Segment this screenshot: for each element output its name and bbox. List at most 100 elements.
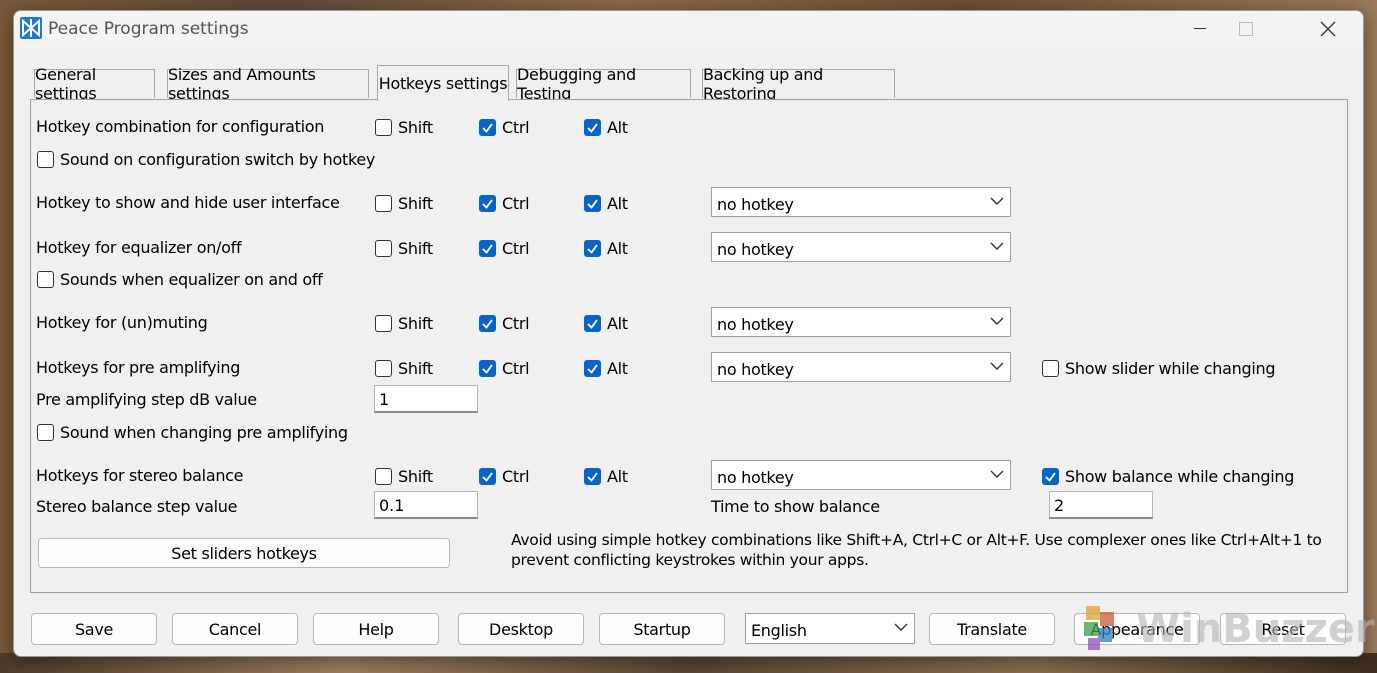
pre-amp-hotkey-dropdown[interactable]: no hotkey [711,352,1011,382]
equalizer-sound-label: Sounds when equalizer on and off [60,270,323,289]
checkmark-icon [587,123,598,133]
balance-step-input[interactable]: 0.1 [374,491,478,519]
tab-sizes-and-amounts[interactable]: Sizes and Amounts settings [167,65,369,103]
tab-label: General settings [35,65,97,103]
pre-amp-hotkey-label: Hotkeys for pre amplifying [36,358,241,377]
alt-label: Alt [607,359,628,378]
ctrl-label: Ctrl [502,467,530,486]
checkmark-icon [482,199,493,209]
pre-amp-step-label: Pre amplifying step dB value [36,390,257,409]
alt-label: Alt [607,118,628,137]
show-slider-checkbox[interactable] [1042,360,1059,377]
pre-amp-ctrl-checkbox[interactable] [479,360,496,377]
show-balance-checkbox[interactable] [1042,468,1059,485]
checkmark-icon [1045,472,1056,482]
shift-label: Shift [398,467,433,486]
app-logo-icon [20,17,42,39]
mute-hotkey-dropdown[interactable]: no hotkey [711,307,1011,337]
tab-backing-up-and-restoring[interactable]: Backing up and Restoring [702,65,895,103]
ctrl-label: Ctrl [502,118,530,137]
show-hide-alt-checkbox[interactable] [584,195,601,212]
config-hotkey-label: Hotkey combination for configuration [36,117,325,136]
save-button[interactable]: Save [31,613,157,645]
tab-label: Backing up and Restoring [703,65,823,103]
show-balance-label: Show balance while changing [1065,467,1295,486]
checkmark-icon [482,472,493,482]
time-to-show-balance-label: Time to show balance [711,497,880,516]
equalizer-shift-checkbox[interactable] [375,240,392,257]
mute-alt-checkbox[interactable] [584,315,601,332]
maximize-button[interactable] [1223,11,1269,47]
balance-hotkey-dropdown[interactable]: no hotkey [711,460,1011,490]
tab-debugging-and-testing[interactable]: Debugging and Testing [516,65,691,103]
show-hide-hotkey-dropdown[interactable]: no hotkey [711,187,1011,217]
mute-ctrl-checkbox[interactable] [479,315,496,332]
tab-label: Debugging and Testing [517,65,636,103]
checkmark-icon [587,199,598,209]
desktop-button[interactable]: Desktop [458,613,584,645]
shift-label: Shift [398,314,433,333]
checkmark-icon [482,244,493,254]
config-alt-checkbox[interactable] [584,119,601,136]
config-shift-checkbox[interactable] [375,119,392,136]
time-to-show-balance-input[interactable]: 2 [1049,491,1153,519]
minimize-button[interactable] [1177,11,1223,47]
pre-amp-sound-label: Sound when changing pre amplifying [60,423,348,442]
dropdown-value: no hotkey [717,360,794,379]
ctrl-label: Ctrl [502,194,530,213]
dropdown-value: no hotkey [717,468,794,487]
ctrl-label: Ctrl [502,314,530,333]
equalizer-sound-checkbox[interactable] [37,271,54,288]
balance-alt-checkbox[interactable] [584,468,601,485]
pre-amp-alt-checkbox[interactable] [584,360,601,377]
alt-label: Alt [607,194,628,213]
shift-label: Shift [398,239,433,258]
tab-label: Hotkeys settings [378,74,508,93]
chevron-down-icon [990,317,1004,325]
equalizer-hotkey-dropdown[interactable]: no hotkey [711,232,1011,262]
watermark-text: WinBuzzer [1136,606,1375,652]
shift-label: Shift [398,359,433,378]
config-ctrl-checkbox[interactable] [479,119,496,136]
tab-label: Sizes and Amounts settings [168,65,316,103]
equalizer-ctrl-checkbox[interactable] [479,240,496,257]
equalizer-alt-checkbox[interactable] [584,240,601,257]
info-text: Avoid using simple hotkey combinations l… [511,531,1322,569]
ctrl-label: Ctrl [502,239,530,258]
balance-ctrl-checkbox[interactable] [479,468,496,485]
show-hide-shift-checkbox[interactable] [375,195,392,212]
cancel-button[interactable]: Cancel [172,613,298,645]
mute-hotkey-label: Hotkey for (un)muting [36,313,208,332]
set-sliders-hotkeys-button[interactable]: Set sliders hotkeys [38,538,450,568]
show-hide-ctrl-checkbox[interactable] [479,195,496,212]
mute-shift-checkbox[interactable] [375,315,392,332]
shift-label: Shift [398,194,433,213]
close-icon [1320,21,1336,37]
pre-amp-shift-checkbox[interactable] [375,360,392,377]
alt-label: Alt [607,467,628,486]
checkmark-icon [482,123,493,133]
close-button[interactable] [1305,11,1351,47]
translate-button[interactable]: Translate [929,613,1055,645]
settings-window: Peace Program settings General settings … [13,10,1364,657]
pre-amp-step-input[interactable]: 1 [374,385,478,413]
help-button[interactable]: Help [313,613,439,645]
startup-button[interactable]: Startup [599,613,725,645]
show-slider-label: Show slider while changing [1065,359,1276,378]
title-bar[interactable]: Peace Program settings [14,11,1363,47]
dropdown-value: no hotkey [717,240,794,259]
pre-amp-sound-checkbox[interactable] [37,424,54,441]
tab-hotkeys-settings[interactable]: Hotkeys settings [377,65,509,101]
chevron-down-icon [990,362,1004,370]
config-sound-checkbox[interactable] [37,151,54,168]
minimize-icon [1194,28,1206,29]
balance-shift-checkbox[interactable] [375,468,392,485]
checkmark-icon [587,244,598,254]
tab-general-settings[interactable]: General settings [34,65,155,103]
ctrl-label: Ctrl [502,359,530,378]
alt-label: Alt [607,239,628,258]
dropdown-value: no hotkey [717,195,794,214]
language-dropdown[interactable]: English [745,613,915,644]
balance-hotkey-label: Hotkeys for stereo balance [36,466,244,485]
chevron-down-icon [990,470,1004,478]
